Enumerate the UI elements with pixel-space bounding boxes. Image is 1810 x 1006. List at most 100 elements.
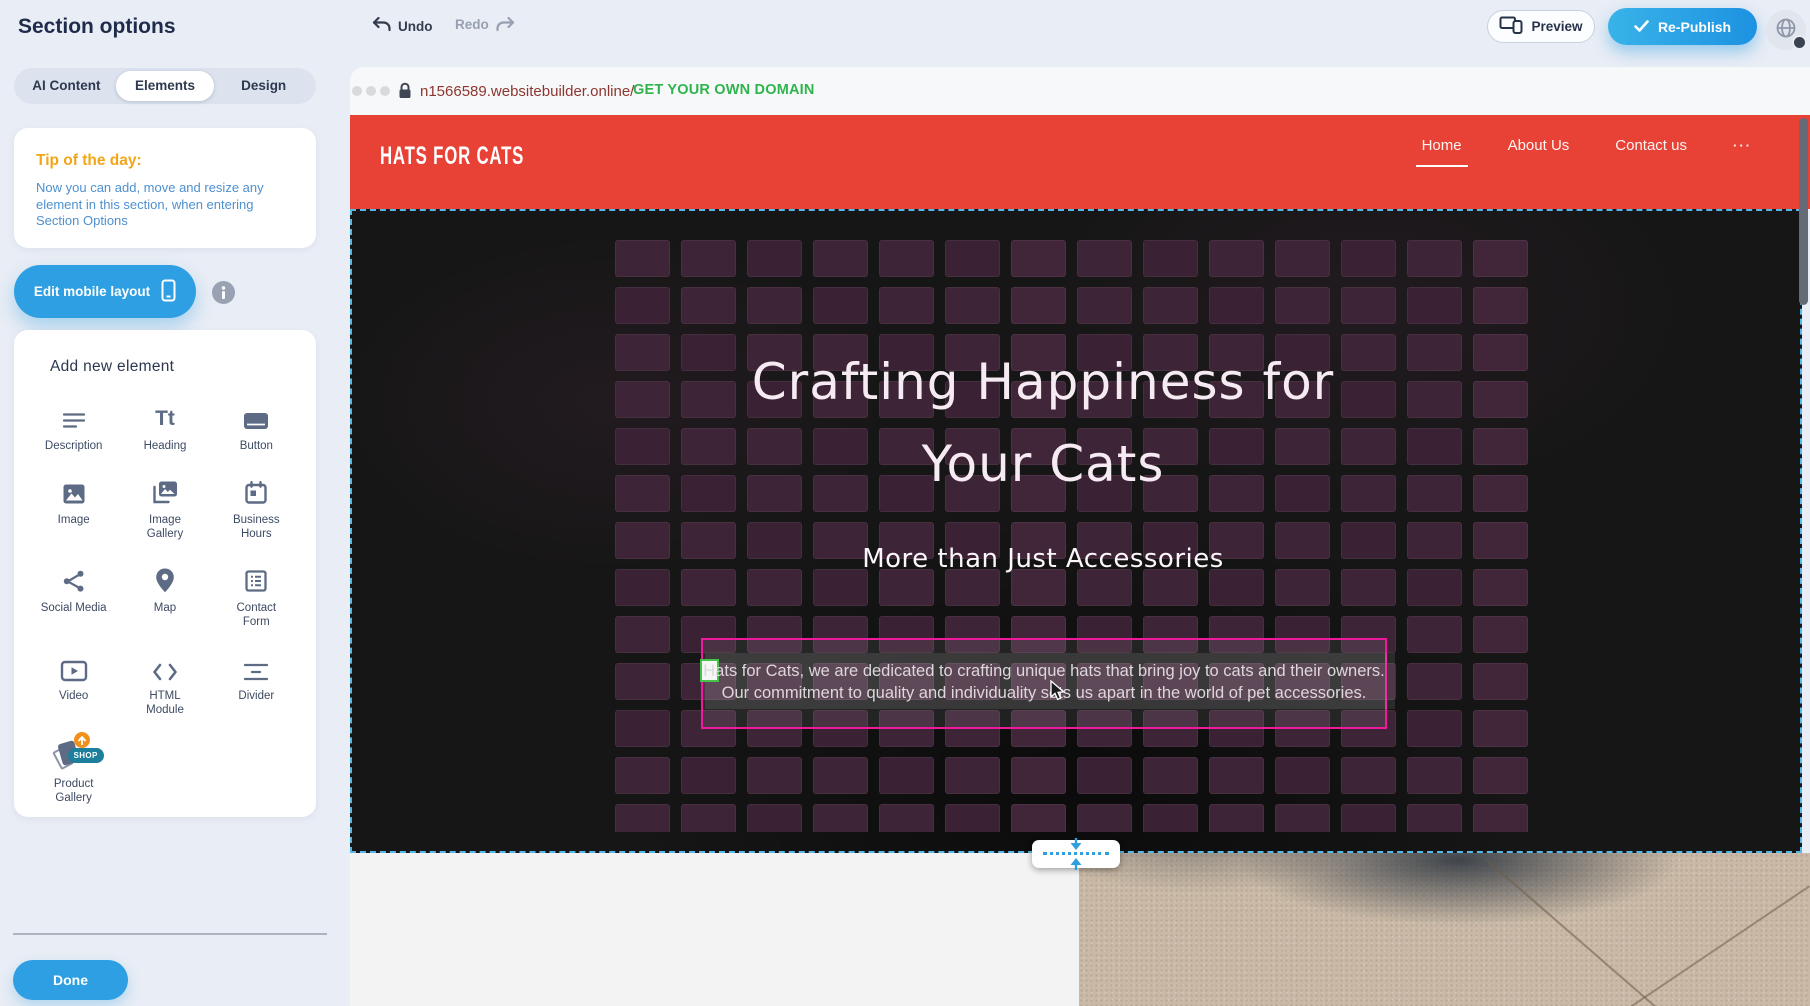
element-divider[interactable]: Divider [212,650,300,717]
hero-tile [945,287,1000,324]
divider-icon [242,650,270,682]
edit-mobile-label: Edit mobile layout [34,284,150,299]
hero-tile [879,240,934,277]
redo-label: Redo [455,17,489,32]
tip-title: Tip of the day: [36,152,294,170]
hero-tile [1143,569,1198,606]
hero-tile [1143,240,1198,277]
done-button[interactable]: Done [13,960,128,1000]
hero-tile [747,287,802,324]
description-icon [61,400,87,432]
preview-button[interactable]: Preview [1487,10,1595,43]
element-button[interactable]: Button [212,400,300,453]
element-video[interactable]: Video [30,650,118,717]
redo-icon [496,17,515,32]
hero-tile [1473,663,1528,700]
hero-heading[interactable]: Crafting Happiness for Your Cats [352,341,1734,505]
next-section-pavement-image [1079,853,1810,1006]
site-url[interactable]: n1566589.websitebuilder.online/ [420,83,634,100]
hero-tile [945,757,1000,794]
hero-tile [1077,287,1132,324]
hero-tile [1407,616,1462,653]
elements-grid: Description Tt Heading Button [28,400,302,805]
business-hours-icon [243,474,269,506]
hero-tile [1473,804,1528,832]
check-icon [1634,19,1649,35]
website-builder-editor: Section options Undo Redo Preview [0,0,1810,1006]
hero-tile [681,240,736,277]
nav-about-us[interactable]: About Us [1502,137,1576,167]
element-business-hours[interactable]: Business Hours [212,474,300,541]
hero-tile [1011,287,1066,324]
hero-tile [1077,240,1132,277]
panel-tabs: AI Content Elements Design [14,68,316,104]
hero-tile [1077,569,1132,606]
hero-tile [945,240,1000,277]
hero-tile [1209,240,1264,277]
tab-elements[interactable]: Elements [116,71,215,101]
hero-tile [1275,287,1330,324]
code-brackets-icon [151,650,179,682]
hero-paragraph-line2: Our commitment to quality and individual… [703,683,1385,705]
tip-body: Now you can add, move and resize any ele… [36,180,288,230]
hero-tile [1275,757,1330,794]
undo-button[interactable]: Undo [372,17,433,35]
hero-tile [747,804,802,832]
language-globe-button[interactable] [1766,10,1806,50]
hero-tile [945,569,1000,606]
next-section-background [350,853,1079,1006]
hero-tile [1275,240,1330,277]
hero-tile [1407,287,1462,324]
element-image-gallery[interactable]: Image Gallery [121,474,209,541]
element-html-module[interactable]: HTML Module [121,650,209,717]
hero-tile [1473,710,1528,747]
undo-label: Undo [398,19,433,34]
social-media-icon [61,562,87,594]
edit-mobile-layout-button[interactable]: Edit mobile layout [14,265,196,318]
element-image[interactable]: Image [30,474,118,541]
selected-text-element[interactable]: Hats for Cats, we are dedicated to craft… [701,638,1387,729]
hero-tile [1341,240,1396,277]
window-dot-1 [352,86,362,96]
section-resize-handle[interactable] [1032,840,1120,868]
element-contact-form[interactable]: Contact Form [212,562,300,629]
mouse-cursor [1050,680,1067,707]
hero-tile [615,616,670,653]
hero-tile [1473,616,1528,653]
tab-ai-content[interactable]: AI Content [17,71,116,101]
info-icon[interactable] [212,281,235,304]
republish-button[interactable]: Re-Publish [1608,8,1757,45]
hero-heading-line2: Your Cats [352,423,1734,505]
redo-button[interactable]: Redo [455,17,515,32]
element-product-gallery[interactable]: SHOP Product Gallery [30,738,118,805]
element-map[interactable]: Map [121,562,209,629]
hero-tile [1407,804,1462,832]
hero-tile [681,757,736,794]
hero-tile [879,757,934,794]
window-dot-3 [380,86,390,96]
hero-subheading[interactable]: More than Just Accessories [352,544,1734,574]
site-header: HATS FOR CATS Home About Us Contact us ·… [350,115,1810,209]
contact-form-icon [243,562,269,594]
hero-tile [1407,240,1462,277]
phone-icon [161,279,176,305]
element-description[interactable]: Description [30,400,118,453]
hero-section-selected[interactable]: Crafting Happiness for Your Cats More th… [350,209,1802,853]
tab-design[interactable]: Design [214,71,313,101]
preview-scrollbar[interactable] [1799,118,1808,305]
site-logo[interactable]: HATS FOR CATS [380,143,524,171]
nav-home[interactable]: Home [1416,137,1468,167]
hero-tile [1011,757,1066,794]
element-heading[interactable]: Tt Heading [121,400,209,453]
hero-tile [879,804,934,832]
nav-more-icon[interactable]: ··· [1727,138,1758,166]
hero-tile [1407,663,1462,700]
element-social-media[interactable]: Social Media [30,562,118,629]
globe-status-dot [1792,35,1807,50]
hero-tile [615,757,670,794]
get-your-own-domain-link[interactable]: GET YOUR OWN DOMAIN [633,82,815,98]
republish-label: Re-Publish [1658,19,1731,35]
hero-tile [1341,569,1396,606]
nav-contact-us[interactable]: Contact us [1609,137,1693,167]
hero-tile [747,757,802,794]
